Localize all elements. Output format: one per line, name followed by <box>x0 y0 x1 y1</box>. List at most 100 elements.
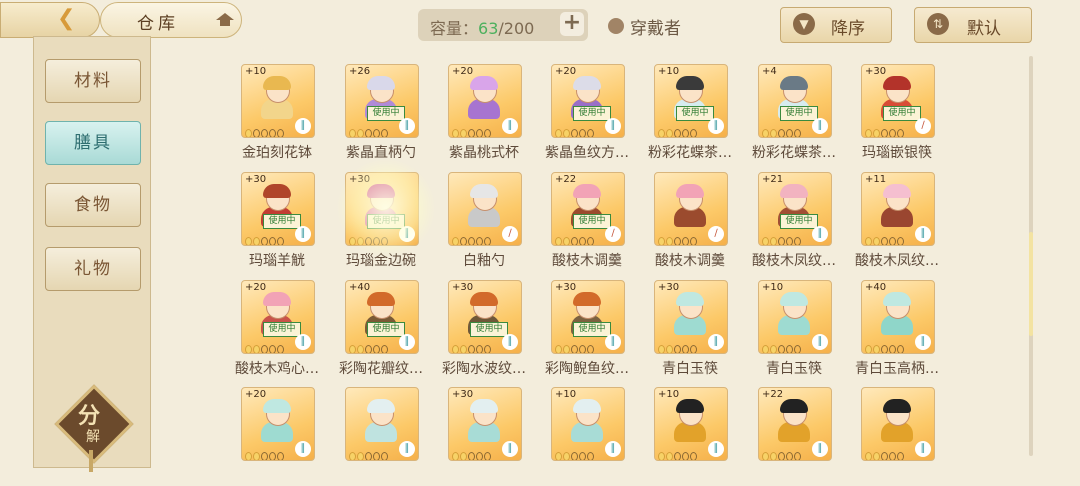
grade-icon <box>468 345 475 353</box>
item-card[interactable]: +10 ∥ <box>551 387 625 461</box>
inventory-item[interactable]: ∕ 白釉勺 <box>448 172 548 276</box>
inventory-item[interactable]: +40 ∥ 青白玉高柄… <box>855 280 961 384</box>
grade-icon <box>381 237 388 245</box>
item-card[interactable]: +20 ∥ <box>241 387 315 461</box>
inventory-item[interactable]: +30 使用中 ∕ 玛瑙嵌银筷 <box>861 64 961 168</box>
item-card[interactable]: +10 ∥ <box>654 387 728 461</box>
item-card[interactable]: +20 ∥ <box>448 64 522 138</box>
inventory-item[interactable]: +10 ∥ 金珀刻花钵 <box>241 64 341 168</box>
inventory-item[interactable]: +22 使用中 ∕ 酸枝木调羹 <box>551 172 651 276</box>
plus-icon[interactable]: + <box>560 12 584 36</box>
item-card[interactable]: +10 ∥ <box>241 64 315 138</box>
grade-icon <box>563 237 570 245</box>
grade-icon <box>349 129 356 137</box>
back-button[interactable]: ❮ <box>0 2 100 38</box>
inventory-item[interactable]: +30 使用中 ∥ 彩陶水波纹… <box>442 280 548 384</box>
scrollbar-thumb[interactable] <box>1029 232 1033 336</box>
chopsticks-icon: ∥ <box>502 118 518 134</box>
item-name: 酸枝木凤纹… <box>855 253 939 269</box>
wearer-radio-icon[interactable] <box>608 18 624 34</box>
inventory-item[interactable]: +20 使用中 ∥ 酸枝木鸡心… <box>235 280 341 384</box>
item-level: +30 <box>865 66 887 77</box>
item-card[interactable]: +30 ∥ <box>654 280 728 354</box>
grade-icon <box>889 452 896 460</box>
inventory-item[interactable]: +30 ∥ <box>448 387 548 486</box>
category-materials[interactable]: 材料 <box>45 59 141 103</box>
chopsticks-icon: ∥ <box>605 441 621 457</box>
inventory-item[interactable]: +30 使用中 ∥ 玛瑙羊觥 <box>241 172 341 276</box>
item-name: 青白玉筷 <box>662 361 718 377</box>
grade-icon <box>269 452 276 460</box>
item-name: 紫晶桃式杯 <box>449 145 519 161</box>
grade-icon <box>881 452 888 460</box>
roof-icon[interactable] <box>215 11 235 27</box>
inventory-item[interactable]: +20 ∥ <box>241 387 341 486</box>
grade-icons <box>452 446 502 460</box>
in-use-badge: 使用中 <box>780 106 818 121</box>
inventory-item[interactable]: +10 使用中 ∥ 粉彩花蝶茶… <box>648 64 754 168</box>
item-card[interactable]: ∕ <box>654 172 728 246</box>
grade-icon <box>253 452 260 460</box>
item-card[interactable]: +22 使用中 ∕ <box>551 172 625 246</box>
grade-icon <box>658 129 665 137</box>
inventory-item[interactable]: +22 ∥ <box>758 387 858 486</box>
item-card[interactable]: +20 使用中 ∥ <box>551 64 625 138</box>
inventory-item[interactable]: ∥ <box>345 387 445 486</box>
category-gift[interactable]: 礼物 <box>45 247 141 291</box>
inventory-item[interactable]: +10 ∥ <box>654 387 754 486</box>
grade-icon <box>484 129 491 137</box>
item-card[interactable]: +10 ∥ <box>758 280 832 354</box>
item-card[interactable]: +30 使用中 ∕ <box>861 64 935 138</box>
item-card[interactable]: +11 ∥ <box>861 172 935 246</box>
item-card[interactable]: +30 ∥ <box>448 387 522 461</box>
item-card[interactable]: +21 使用中 ∥ <box>758 172 832 246</box>
sort-default-button[interactable]: ⇅ 默认 <box>914 7 1032 43</box>
category-food[interactable]: 食物 <box>45 183 141 227</box>
inventory-item[interactable]: +30 使用中 ∥ 彩陶鲵鱼纹… <box>545 280 651 384</box>
item-card[interactable]: +30 使用中 ∥ <box>551 280 625 354</box>
grade-icon <box>865 345 872 353</box>
inventory-item[interactable]: +10 ∥ 青白玉筷 <box>758 280 858 384</box>
inventory-item[interactable]: +20 使用中 ∥ 紫晶鱼纹方… <box>545 64 651 168</box>
inventory-item[interactable]: +11 ∥ 酸枝木凤纹… <box>855 172 961 276</box>
sort-order-button[interactable]: ▼ 降序 <box>780 7 892 43</box>
inventory-item[interactable]: ∕ 酸枝木调羹 <box>654 172 754 276</box>
decompose-button[interactable]: 分 解 <box>54 384 134 472</box>
in-use-badge: 使用中 <box>573 322 611 337</box>
category-tableware[interactable]: 膳具 <box>45 121 141 165</box>
item-card[interactable]: +30 使用中 ∥ <box>448 280 522 354</box>
inventory-item[interactable]: +30 ∥ 青白玉筷 <box>654 280 754 384</box>
item-card[interactable]: +22 ∥ <box>758 387 832 461</box>
item-card[interactable]: +26 使用中 ∥ <box>345 64 419 138</box>
grade-icon <box>349 345 356 353</box>
chopsticks-icon: ∥ <box>502 334 518 350</box>
inventory-item[interactable]: +20 ∥ 紫晶桃式杯 <box>448 64 548 168</box>
item-card[interactable]: +4 使用中 ∥ <box>758 64 832 138</box>
grade-icon <box>889 129 896 137</box>
grade-icon <box>365 345 372 353</box>
inventory-item[interactable]: ∥ <box>861 387 961 486</box>
item-card[interactable]: +20 使用中 ∥ <box>241 280 315 354</box>
item-card[interactable]: +40 ∥ <box>861 280 935 354</box>
chopsticks-icon: ∥ <box>502 441 518 457</box>
chopsticks-icon: ∥ <box>399 334 415 350</box>
item-card[interactable]: ∥ <box>861 387 935 461</box>
item-card[interactable]: ∕ <box>448 172 522 246</box>
item-card[interactable]: +40 使用中 ∥ <box>345 280 419 354</box>
grade-icon <box>563 345 570 353</box>
inventory-item[interactable]: +10 ∥ <box>551 387 651 486</box>
item-card[interactable]: ∥ <box>345 387 419 461</box>
inventory-item[interactable]: +40 使用中 ∥ 彩陶花瓣纹… <box>339 280 445 384</box>
inventory-item[interactable]: +21 使用中 ∥ 酸枝木凤纹… <box>752 172 858 276</box>
grade-icon <box>682 345 689 353</box>
item-level: +22 <box>555 174 577 185</box>
inventory-item[interactable]: +30 使用中 ∥ 玛瑙金边碗 <box>345 172 445 276</box>
inventory-item[interactable]: +4 使用中 ∥ 粉彩花蝶茶… <box>752 64 858 168</box>
item-card[interactable]: +30 使用中 ∥ <box>345 172 419 246</box>
inventory-item[interactable]: +26 使用中 ∥ 紫晶直柄勺 <box>345 64 445 168</box>
item-name: 紫晶鱼纹方… <box>545 145 629 161</box>
item-card[interactable]: +30 使用中 ∥ <box>241 172 315 246</box>
item-card[interactable]: +10 使用中 ∥ <box>654 64 728 138</box>
grade-icon <box>690 452 697 460</box>
grade-icon <box>770 345 777 353</box>
